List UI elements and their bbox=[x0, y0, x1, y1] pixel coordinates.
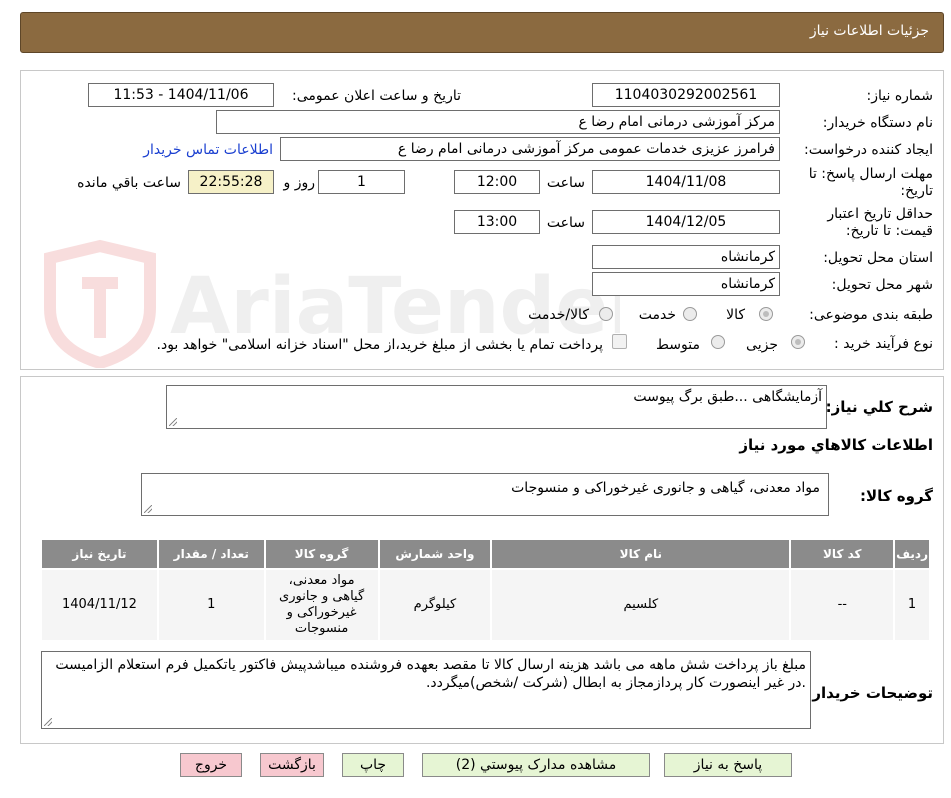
days-field: 1 bbox=[318, 170, 405, 194]
table-header-row: رديف کد کالا نام کالا واحد شمارش گروه کا… bbox=[40, 538, 931, 570]
price-validity-label: حداقل تاريخ اعتبار قيمت: تا تاريخ: bbox=[827, 206, 933, 239]
process-option-medium: متوسط bbox=[656, 337, 700, 353]
announce-label: تاریخ و ساعت اعلان عمومی: bbox=[292, 88, 461, 104]
process-radio-minor[interactable] bbox=[791, 335, 805, 349]
buyer-org-label: نام دستگاه خریدار: bbox=[822, 115, 933, 131]
cell-goods-code: -- bbox=[789, 568, 896, 642]
resize-grip-icon[interactable] bbox=[169, 418, 177, 426]
cell-row-number: 1 bbox=[893, 568, 931, 642]
category-option-goods: کالا bbox=[726, 307, 745, 323]
page-title: جزئیات اطلاعات نیاز bbox=[809, 23, 929, 39]
process-radio-medium[interactable] bbox=[711, 335, 725, 349]
remaining-label: ساعت باقي مانده bbox=[77, 175, 181, 191]
category-radio-goods[interactable] bbox=[759, 307, 773, 321]
cell-quantity: 1 bbox=[156, 568, 266, 642]
remaining-time-field: 22:55:28 bbox=[188, 170, 274, 194]
col-goods-code: کد کالا bbox=[789, 538, 896, 570]
group-label: گروه کالا: bbox=[860, 487, 933, 505]
category-label: طبقه بندی موضوعی: bbox=[809, 307, 933, 323]
resize-grip-icon[interactable] bbox=[44, 718, 52, 726]
summary-label: شرح کلي نياز: bbox=[825, 398, 933, 416]
treasury-checkbox[interactable] bbox=[612, 334, 627, 349]
group-textarea: مواد معدنی، گیاهی و جانوری غیرخوراکی و م… bbox=[141, 473, 829, 516]
price-time-field: 13:00 bbox=[454, 210, 540, 234]
process-option-minor: جزیی bbox=[746, 337, 778, 353]
goods-info-title: اطلاعات کالاهاي مورد نياز bbox=[739, 436, 933, 454]
group-text: مواد معدنی، گیاهی و جانوری غیرخوراکی و م… bbox=[511, 480, 820, 496]
city-field: کرمانشاه bbox=[592, 272, 780, 296]
need-number-label: شماره نیاز: bbox=[866, 88, 934, 104]
category-option-goods-service: کالا/خدمت bbox=[528, 307, 589, 323]
process-label: نوع فرآیند خرید : bbox=[834, 336, 933, 352]
reply-date-field: 1404/11/08 bbox=[592, 170, 780, 194]
reply-time-field: 12:00 bbox=[454, 170, 540, 194]
cell-goods-name: کلسیم bbox=[490, 568, 792, 642]
buyer-notes-textarea: مبلغ باز پرداخت شش ماهه می باشد هزینه ار… bbox=[41, 651, 811, 729]
print-button[interactable]: چاپ bbox=[342, 753, 404, 777]
col-unit: واحد شمارش bbox=[377, 538, 493, 570]
cell-unit: کیلوگرم bbox=[377, 568, 493, 642]
category-radio-service[interactable] bbox=[683, 307, 697, 321]
page-header: جزئیات اطلاعات نیاز bbox=[20, 12, 944, 53]
buyer-notes-text: مبلغ باز پرداخت شش ماهه می باشد هزینه ار… bbox=[55, 657, 806, 691]
province-label: استان محل تحویل: bbox=[823, 250, 933, 266]
city-label: شهر محل تحویل: bbox=[831, 277, 933, 293]
cell-need-date: 1404/11/12 bbox=[40, 568, 159, 642]
attachments-button[interactable]: مشاهده مدارک پیوستي (2) bbox=[422, 753, 650, 777]
need-number-field: 1104030292002561 bbox=[592, 83, 780, 107]
creator-field: فرامرز عزیزی خدمات عمومی مرکز آموزشی درم… bbox=[280, 137, 780, 161]
buyer-notes-label: توضیحات خریدار: bbox=[806, 684, 933, 702]
contact-buyer-link[interactable]: اطلاعات تماس خریدار bbox=[143, 142, 273, 158]
category-radio-goods-service[interactable] bbox=[599, 307, 613, 321]
reply-time-label: ساعت bbox=[546, 175, 585, 191]
summary-text: آزمایشگاهی ...طبق برگ پیوست bbox=[633, 389, 822, 405]
creator-label: ایجاد کننده درخواست: bbox=[804, 142, 933, 158]
col-quantity: تعداد / مقدار bbox=[156, 538, 266, 570]
category-option-service: خدمت bbox=[638, 307, 676, 323]
table-row: 1 -- کلسیم کیلوگرم مواد معدنی، گیاهی و ج… bbox=[40, 568, 931, 642]
announce-field: 1404/11/06 - 11:53 bbox=[88, 83, 274, 107]
col-need-date: تاريخ نياز bbox=[40, 538, 159, 570]
exit-button[interactable]: خروج bbox=[180, 753, 242, 777]
days-label: روز و bbox=[283, 175, 316, 191]
resize-grip-icon[interactable] bbox=[144, 505, 152, 513]
summary-textarea: آزمایشگاهی ...طبق برگ پیوست bbox=[166, 385, 827, 429]
col-goods-name: نام کالا bbox=[490, 538, 792, 570]
col-goods-group: گروه کالا bbox=[263, 538, 380, 570]
reply-button[interactable]: پاسخ به نیاز bbox=[664, 753, 792, 777]
payment-note: پرداخت تمام یا بخشی از مبلغ خرید،از محل … bbox=[156, 337, 603, 353]
price-time-label: ساعت bbox=[546, 215, 585, 231]
goods-table: رديف کد کالا نام کالا واحد شمارش گروه کا… bbox=[40, 538, 931, 642]
buyer-org-field: مرکز آموزشی درمانی امام رضا ع bbox=[216, 110, 780, 134]
back-button[interactable]: بازگشت bbox=[260, 753, 324, 777]
cell-goods-group: مواد معدنی، گیاهی و جانوری غیرخوراکی و م… bbox=[263, 568, 380, 642]
col-row-number: رديف bbox=[893, 538, 931, 570]
reply-deadline-label: مهلت ارسال پاسخ: تا تاریخ: bbox=[808, 166, 933, 199]
province-field: کرمانشاه bbox=[592, 245, 780, 269]
price-date-field: 1404/12/05 bbox=[592, 210, 780, 234]
